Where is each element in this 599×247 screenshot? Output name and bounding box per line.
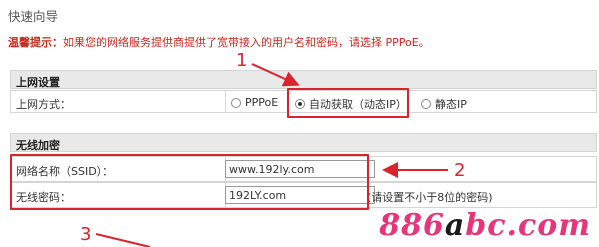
watermark-logo: 886abc.com xyxy=(379,208,591,243)
arrow-step3-icon xyxy=(95,233,151,247)
arrow-step1-icon xyxy=(251,63,300,87)
watermark-part-b: a xyxy=(444,208,466,243)
watermark-part-c: bc.com xyxy=(465,208,591,243)
watermark-part-a: 886 xyxy=(379,208,445,243)
